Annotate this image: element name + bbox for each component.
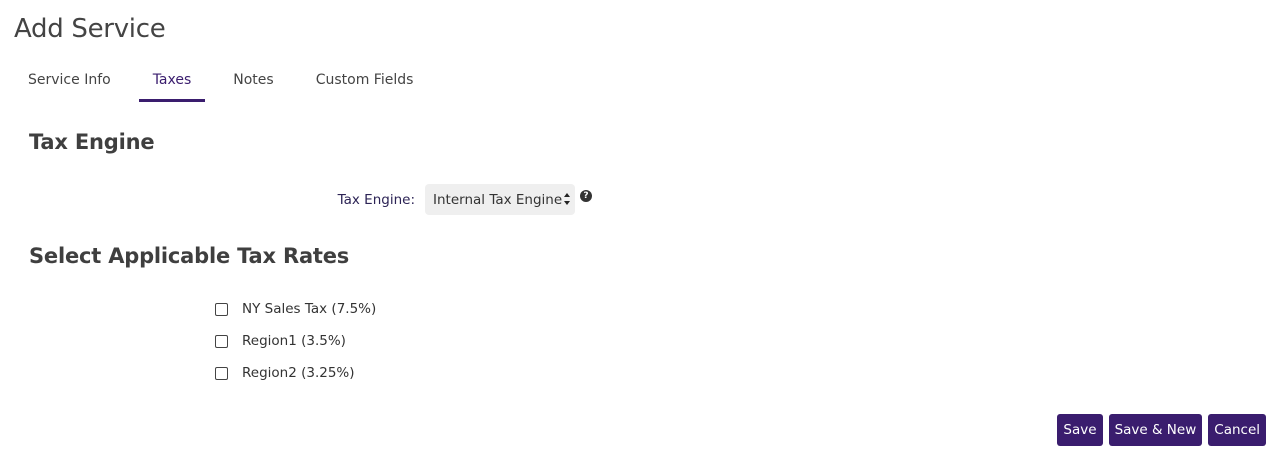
cancel-button[interactable]: Cancel — [1208, 414, 1266, 446]
tab-bar: Service Info Taxes Notes Custom Fields — [14, 62, 427, 102]
question-circle-icon[interactable]: ? — [580, 190, 592, 202]
region2-label[interactable]: Region2 (3.25%) — [242, 365, 355, 381]
form-actions: Save Save & New Cancel — [1051, 414, 1266, 446]
tab-taxes[interactable]: Taxes — [138, 62, 206, 102]
tax-engine-selected-value: Internal Tax Engine — [433, 192, 563, 208]
ny-sales-tax-checkbox[interactable] — [215, 302, 228, 316]
save-and-new-button[interactable]: Save & New — [1108, 414, 1203, 446]
tax-rate-item-region1: Region1 (3.5%) — [215, 331, 376, 351]
page-title: Add Service — [14, 14, 166, 44]
tax-engine-label: Tax Engine: — [337, 192, 415, 208]
tax-engine-heading: Tax Engine — [29, 130, 155, 154]
region1-checkbox[interactable] — [215, 334, 228, 348]
tax-rate-item-ny-sales-tax: NY Sales Tax (7.5%) — [215, 299, 376, 319]
tab-notes[interactable]: Notes — [219, 62, 287, 102]
ny-sales-tax-label[interactable]: NY Sales Tax (7.5%) — [242, 301, 376, 317]
tab-custom-fields[interactable]: Custom Fields — [302, 62, 428, 102]
add-service-page: Add Service Service Info Taxes Notes Cus… — [0, 0, 1280, 460]
region2-checkbox[interactable] — [215, 366, 228, 380]
select-arrows-icon — [564, 192, 570, 206]
tax-rates-heading: Select Applicable Tax Rates — [29, 244, 350, 268]
save-button[interactable]: Save — [1057, 414, 1103, 446]
region1-label[interactable]: Region1 (3.5%) — [242, 333, 346, 349]
tab-service-info[interactable]: Service Info — [14, 62, 125, 102]
tax-rate-item-region2: Region2 (3.25%) — [215, 363, 376, 383]
tax-rate-list: NY Sales Tax (7.5%) Region1 (3.5%) Regio… — [215, 299, 376, 395]
tax-engine-row: Tax Engine: Internal Tax Engine ? — [0, 184, 700, 216]
tax-engine-select[interactable]: Internal Tax Engine — [425, 184, 575, 215]
